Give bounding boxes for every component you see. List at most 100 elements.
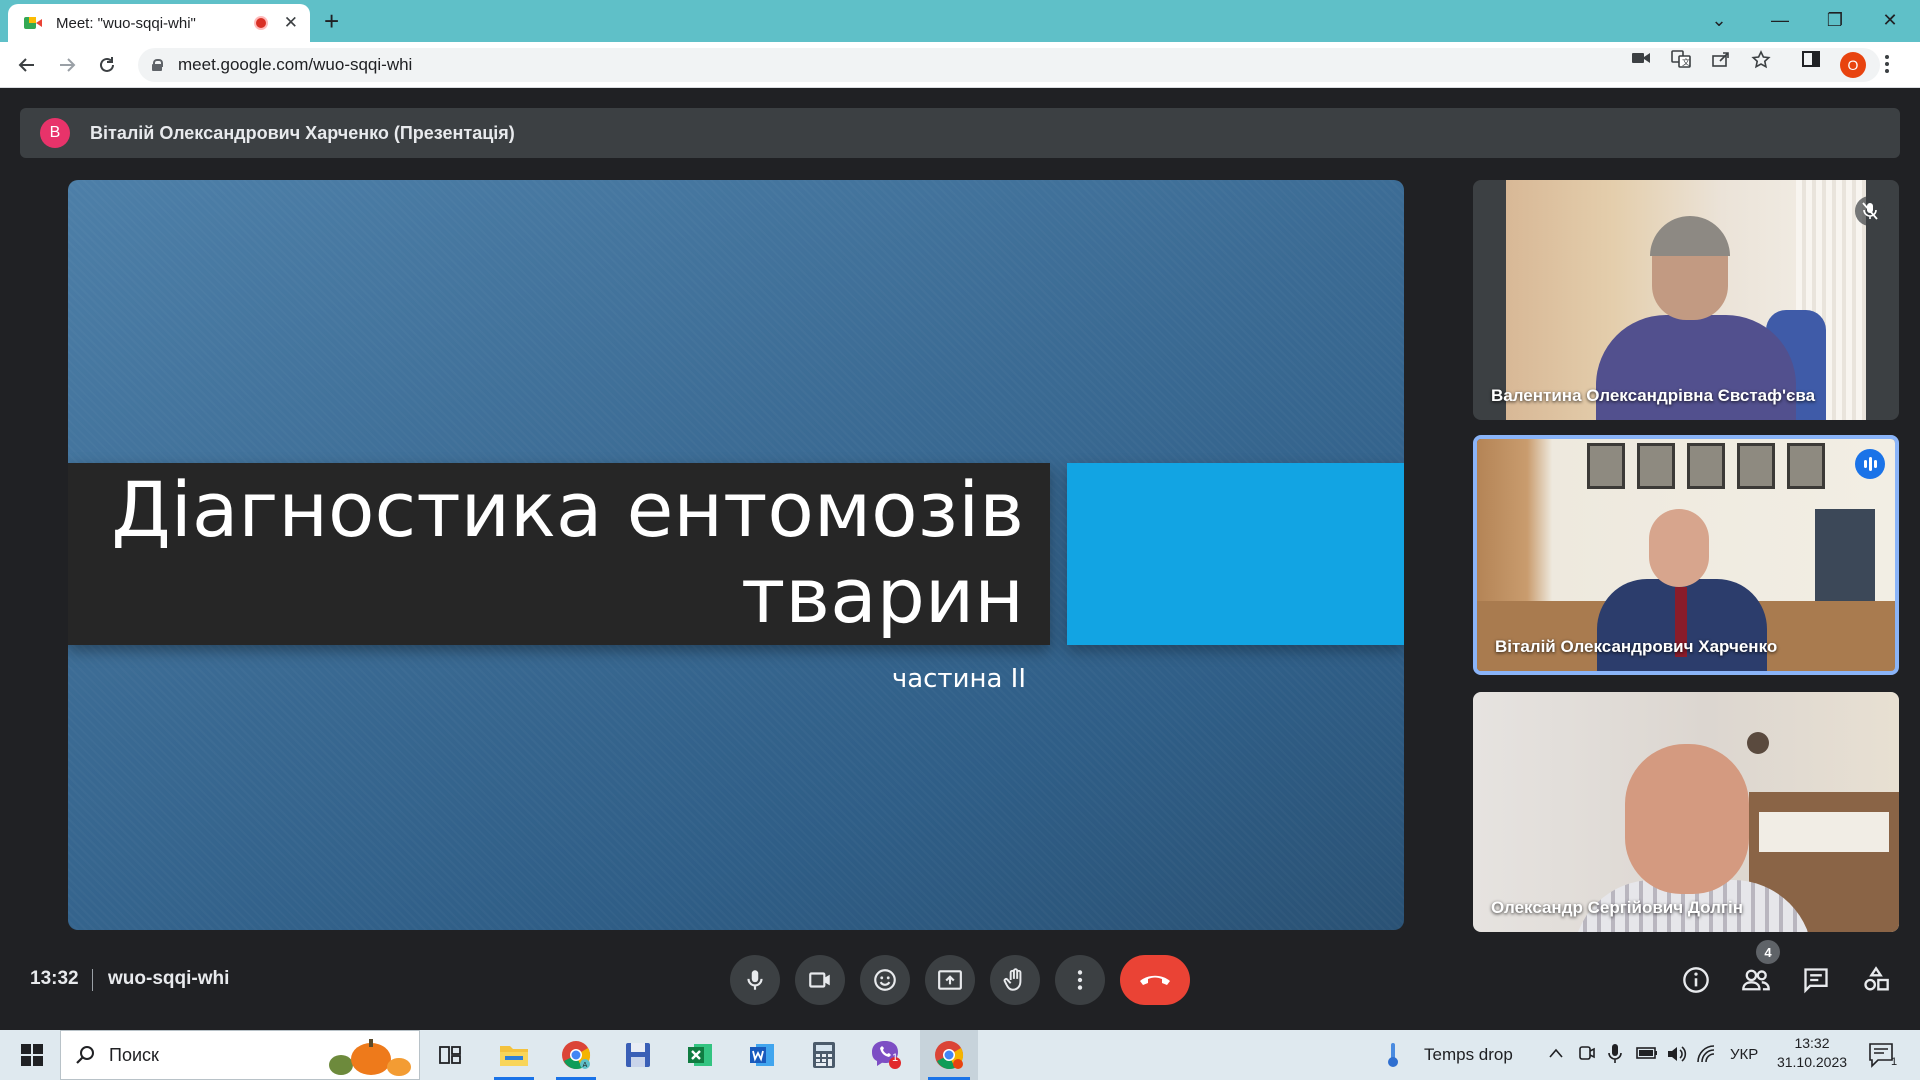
browser-toolbar: meet.google.com/wuo-sqqi-whi 文 O: [0, 42, 1920, 88]
presenter-avatar: В: [40, 118, 70, 148]
participant-video-1: [1506, 180, 1866, 420]
present-to-all-icon: [938, 970, 962, 990]
call-end-icon: [1140, 975, 1170, 985]
side-panel-icon[interactable]: [1800, 50, 1822, 70]
new-tab-button[interactable]: +: [324, 6, 339, 36]
task-view-button[interactable]: [422, 1030, 478, 1080]
viber-app[interactable]: 1: [858, 1030, 914, 1080]
notifications-icon[interactable]: 1: [1868, 1042, 1898, 1075]
speaking-indicator-icon: [1855, 449, 1885, 479]
calculator-app[interactable]: [796, 1030, 852, 1080]
taskbar-date: 31.10.2023: [1776, 1054, 1848, 1070]
participant-tile-3[interactable]: Олександр Сергійович Долгін: [1473, 692, 1899, 932]
activities-button[interactable]: [1856, 960, 1896, 1000]
slide-accent-block: [1067, 463, 1404, 645]
mic-icon: [747, 970, 763, 990]
camera-button[interactable]: [795, 955, 845, 1005]
network-icon[interactable]: [1696, 1044, 1716, 1069]
participant-name: Віталій Олександрович Харченко: [1495, 637, 1778, 656]
meeting-clock: 13:32: [30, 968, 79, 989]
raise-hand-button[interactable]: [990, 955, 1040, 1005]
participant-name: Валентина Олександрівна Євстаф'єва: [1491, 386, 1816, 405]
microphone-tray-icon[interactable]: [1608, 1043, 1622, 1070]
weather-text[interactable]: Temps drop: [1424, 1045, 1513, 1065]
thermometer-icon[interactable]: [1386, 1042, 1400, 1073]
videocam-icon: [809, 972, 830, 988]
leave-call-button[interactable]: [1120, 955, 1190, 1005]
tab-search-button[interactable]: ⌄: [1704, 4, 1734, 36]
tab-close-button[interactable]: ✕: [284, 13, 298, 33]
address-bar[interactable]: meet.google.com/wuo-sqqi-whi: [138, 48, 1880, 82]
present-screen-button[interactable]: [925, 955, 975, 1005]
browser-tab-meet[interactable]: Meet: "wuo-sqqi-whi" ✕: [8, 4, 310, 42]
arrow-right-icon: [60, 58, 76, 72]
slide-title-line-1: Діагностика ентомозів: [111, 465, 1024, 554]
participant-tile-2[interactable]: Віталій Олександрович Харченко: [1473, 435, 1899, 675]
browser-tabbar: Meet: "wuo-sqqi-whi" ✕ + ⌄ — ❐ ✕: [0, 0, 1920, 42]
translate-icon[interactable]: 文: [1670, 50, 1692, 70]
arrow-left-icon: [18, 58, 34, 72]
people-icon: [1742, 969, 1770, 991]
slide-title-line-2: тварин: [741, 551, 1024, 640]
google-meet-icon: [24, 15, 42, 31]
file-explorer-app[interactable]: [486, 1030, 542, 1080]
restore-button[interactable]: ❐: [1815, 4, 1855, 36]
presenter-banner: В Віталій Олександрович Харченко (Презен…: [20, 108, 1900, 158]
camera-in-use-icon[interactable]: [1630, 50, 1652, 70]
meeting-details-button[interactable]: [1676, 960, 1716, 1000]
folder-icon: [500, 1046, 528, 1066]
windows-taskbar: Поиск A 1 Temps drop УКР 13:32 31.10.202…: [0, 1030, 1920, 1080]
input-language[interactable]: УКР: [1730, 1046, 1758, 1063]
emoji-icon: [874, 969, 896, 991]
minimize-button[interactable]: —: [1760, 4, 1800, 36]
chrome-icon: A: [562, 1041, 591, 1070]
bookmark-star-icon[interactable]: [1750, 50, 1772, 70]
emoji-reactions-button[interactable]: [860, 955, 910, 1005]
info-icon: [1683, 967, 1709, 993]
more-options-button[interactable]: [1055, 955, 1105, 1005]
people-button[interactable]: [1736, 960, 1776, 1000]
chrome-app[interactable]: A: [548, 1030, 604, 1080]
excel-icon: [688, 1044, 712, 1066]
more-vert-icon: [1077, 970, 1083, 990]
meeting-code[interactable]: wuo-sqqi-whi: [108, 968, 229, 990]
battery-icon[interactable]: [1636, 1046, 1658, 1065]
start-button[interactable]: [10, 1030, 54, 1080]
profile-avatar[interactable]: O: [1840, 52, 1866, 78]
back-button[interactable]: [12, 50, 42, 80]
taskbar-search[interactable]: Поиск: [60, 1030, 420, 1080]
url-text[interactable]: meet.google.com/wuo-sqqi-whi: [178, 55, 412, 75]
presenter-label: Віталій Олександрович Харченко (Презента…: [90, 122, 515, 143]
excel-app[interactable]: [672, 1030, 728, 1080]
meet-tray-icon[interactable]: [1578, 1044, 1596, 1069]
recording-indicator-icon: [253, 16, 268, 30]
task-view-icon: [439, 1046, 461, 1064]
chat-icon: [1804, 968, 1828, 994]
slide-subtitle: частина II: [891, 664, 1026, 694]
microphone-button[interactable]: [730, 955, 780, 1005]
reload-icon: [100, 57, 114, 72]
slide-title: Діагностика ентомозів тварин: [111, 467, 1024, 639]
windows-logo-icon: [21, 1044, 43, 1066]
mic-off-icon: [1855, 196, 1885, 226]
word-app[interactable]: [734, 1030, 790, 1080]
show-hidden-icons-chevron-icon[interactable]: [1548, 1046, 1564, 1065]
chrome-app-running[interactable]: [920, 1030, 978, 1080]
slide-title-box: Діагностика ентомозів тварин: [68, 463, 1050, 645]
forward-button[interactable]: [52, 50, 82, 80]
save-disk-app[interactable]: [610, 1030, 666, 1080]
tab-title: Meet: "wuo-sqqi-whi": [56, 14, 196, 32]
browser-menu-button[interactable]: [1884, 54, 1890, 79]
lock-icon[interactable]: [152, 59, 163, 71]
volume-icon[interactable]: [1666, 1044, 1688, 1069]
notification-count: 1: [1890, 1056, 1898, 1068]
calculator-icon: [813, 1042, 835, 1068]
close-window-button[interactable]: ✕: [1870, 4, 1910, 36]
taskbar-clock[interactable]: 13:32 31.10.2023: [1764, 1035, 1860, 1070]
chat-button[interactable]: [1796, 960, 1836, 1000]
participant-tile-1[interactable]: Валентина Олександрівна Євстаф'єва: [1473, 180, 1899, 420]
share-icon[interactable]: [1710, 50, 1732, 70]
participant-name: Олександр Сергійович Долгін: [1491, 898, 1743, 917]
more-vert-icon: [1885, 55, 1889, 73]
reload-button[interactable]: [92, 50, 122, 80]
